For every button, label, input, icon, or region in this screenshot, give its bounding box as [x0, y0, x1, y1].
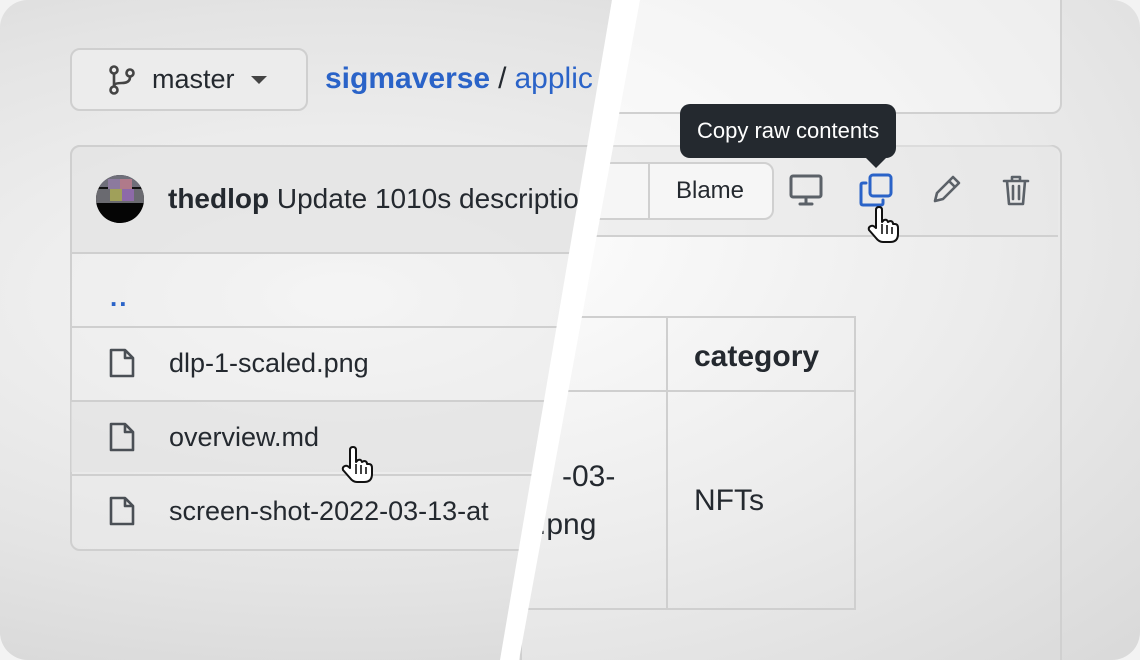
pointer-cursor-icon	[867, 206, 899, 243]
trash-icon[interactable]	[996, 170, 1036, 210]
table-divider-h	[522, 390, 854, 392]
copy-tooltip: Copy raw contents	[680, 104, 897, 168]
git-branch-icon	[109, 64, 135, 95]
file-name[interactable]: screen-shot-2022-03-13-at	[169, 496, 489, 527]
commit-message[interactable]: Update 1010s descriptio	[277, 183, 579, 214]
pencil-icon[interactable]	[926, 170, 966, 210]
commit-summary: thedlop Update 1010s descriptio	[168, 183, 579, 215]
parent-directory-link[interactable]: ..	[110, 282, 128, 313]
file-name-suffix: .png	[538, 508, 597, 541]
breadcrumb: sigmaverse / applic	[325, 62, 593, 96]
branch-name: master	[152, 64, 235, 94]
commit-author[interactable]: thedlop	[168, 183, 269, 214]
file-icon	[109, 496, 135, 526]
table-cell-date: -03-	[562, 460, 616, 493]
file-name[interactable]: dlp-1-scaled.png	[169, 348, 369, 379]
file-icon	[109, 348, 135, 378]
file-name[interactable]: overview.md	[169, 422, 319, 453]
breadcrumb-separator: /	[498, 62, 507, 95]
table-divider-v	[666, 318, 668, 608]
screenshot-canvas: w Blame Copy raw contents category -03- …	[0, 0, 1140, 660]
file-icon	[109, 422, 135, 452]
table-cell-category: NFTs	[694, 484, 764, 517]
branch-selector[interactable]: master	[70, 48, 308, 111]
copy-icon[interactable]	[856, 170, 896, 210]
breadcrumb-repo-link[interactable]: sigmaverse	[325, 62, 490, 95]
avatar[interactable]	[96, 175, 144, 223]
breadcrumb-path-link[interactable]: applic	[514, 62, 592, 95]
desktop-icon[interactable]	[786, 170, 826, 210]
blame-button[interactable]: Blame	[650, 164, 770, 218]
chevron-down-icon	[250, 75, 267, 84]
pointer-cursor-icon	[341, 446, 373, 483]
table-header-category: category	[694, 340, 820, 373]
